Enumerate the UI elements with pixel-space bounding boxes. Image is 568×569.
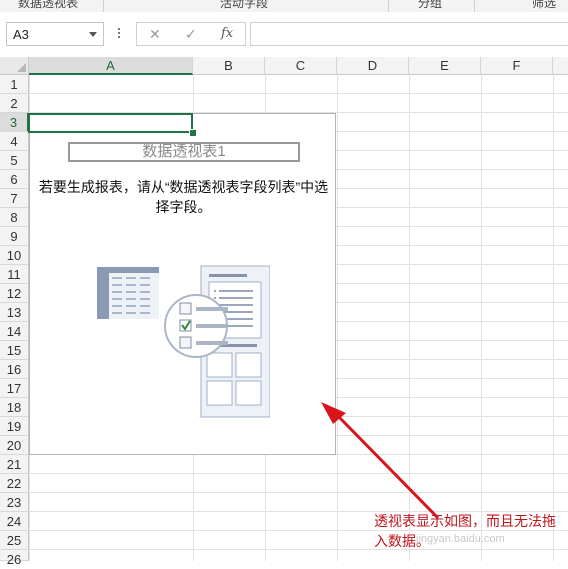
row-header[interactable]: 12	[0, 284, 29, 303]
annotation-text: 透视表显示如图，而且无法拖入数据。	[374, 513, 556, 549]
row-header[interactable]: 3	[0, 113, 29, 132]
row-header[interactable]: 1	[0, 75, 29, 94]
row-header[interactable]: 7	[0, 189, 29, 208]
more-options-icon[interactable]	[116, 26, 122, 42]
row-header[interactable]: 10	[0, 246, 29, 265]
row-header[interactable]: 11	[0, 265, 29, 284]
ribbon-group-active-field: 活动字段	[220, 0, 269, 10]
row-header[interactable]: 26	[0, 550, 29, 567]
dropdown-arrow-icon[interactable]	[89, 32, 97, 37]
name-box-value: A3	[13, 27, 29, 42]
column-header-a[interactable]: A	[29, 57, 193, 75]
enter-icon[interactable]: ✓	[185, 26, 197, 43]
row-header[interactable]: 13	[0, 303, 29, 322]
row-header[interactable]: 9	[0, 227, 29, 246]
gridline	[337, 75, 338, 561]
row-header[interactable]: 17	[0, 379, 29, 398]
row-header[interactable]: 8	[0, 208, 29, 227]
formula-buttons: ✕ ✓ fx	[136, 22, 246, 46]
ribbon-group-pivottable: 数据透视表	[18, 0, 79, 10]
row-header[interactable]: 21	[0, 455, 29, 474]
row-header[interactable]: 20	[0, 436, 29, 455]
cancel-icon[interactable]: ✕	[149, 26, 161, 43]
row-header[interactable]: 24	[0, 512, 29, 531]
gridline	[409, 75, 410, 561]
fill-handle[interactable]	[189, 129, 197, 137]
column-header-d[interactable]: D	[337, 57, 409, 75]
select-all-icon[interactable]	[0, 57, 29, 75]
ribbon-separator	[388, 0, 389, 12]
gridline	[481, 75, 482, 561]
column-header-e[interactable]: E	[409, 57, 481, 75]
ribbon-group-filter: 筛选	[532, 0, 557, 10]
row-header[interactable]: 15	[0, 341, 29, 360]
ribbon-separator	[474, 0, 475, 12]
column-header-g[interactable]	[553, 57, 568, 75]
column-header-f[interactable]: F	[481, 57, 553, 75]
column-header-c[interactable]: C	[265, 57, 337, 75]
row-header[interactable]: 5	[0, 151, 29, 170]
row-header[interactable]: 22	[0, 474, 29, 493]
ribbon-separator	[103, 0, 104, 12]
active-cell-a3[interactable]	[28, 113, 193, 133]
watermark: jingyan.baidu.com	[416, 533, 505, 545]
ribbon-group-group: 分组	[418, 0, 443, 10]
insert-function-icon[interactable]: fx	[221, 26, 233, 41]
row-header[interactable]: 16	[0, 360, 29, 379]
formula-bar: A3 ✕ ✓ fx	[0, 12, 568, 56]
gridline	[553, 75, 554, 561]
row-header[interactable]: 19	[0, 417, 29, 436]
row-header[interactable]: 23	[0, 493, 29, 512]
pivottable-instruction: 若要生成报表，请从“数据透视表字段列表”中选择字段。	[38, 179, 329, 215]
column-header-b[interactable]: B	[193, 57, 265, 75]
row-header[interactable]: 25	[0, 531, 29, 550]
pivottable-placeholder[interactable]: 数据透视表1 若要生成报表，请从“数据透视表字段列表”中选择字段。	[29, 113, 336, 455]
row-header[interactable]: 18	[0, 398, 29, 417]
row-header[interactable]: 2	[0, 94, 29, 113]
row-header[interactable]: 14	[0, 322, 29, 341]
row-header[interactable]: 4	[0, 132, 29, 151]
formula-input[interactable]	[250, 22, 568, 46]
pivottable-illustration-icon	[97, 265, 270, 418]
name-box[interactable]: A3	[6, 22, 104, 46]
pivottable-name: 数据透视表1	[68, 142, 300, 162]
row-header[interactable]: 6	[0, 170, 29, 189]
